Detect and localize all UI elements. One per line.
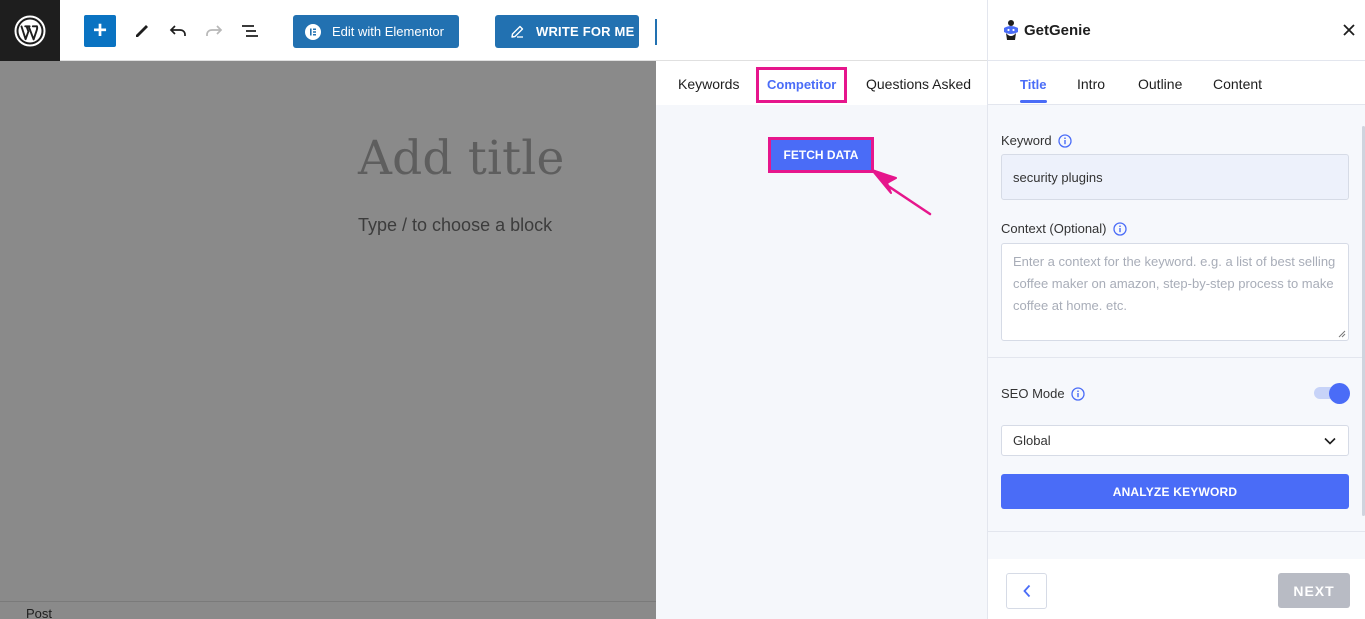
section-divider xyxy=(988,531,1365,532)
seo-mode-label: SEO Mode xyxy=(1001,386,1065,401)
block-appender[interactable]: Type / to choose a block xyxy=(358,215,552,236)
brand-name: GetGenie xyxy=(1024,21,1091,39)
analyze-keyword-button[interactable]: ANALYZE KEYWORD xyxy=(1001,474,1349,509)
sidebar-tabs: Title Intro Outline Content xyxy=(988,61,1365,105)
document-overview-button[interactable] xyxy=(234,15,266,47)
chevron-down-icon xyxy=(1324,437,1336,445)
tab-intro[interactable]: Intro xyxy=(1077,76,1105,92)
keyword-label-row: Keyword xyxy=(1001,133,1072,148)
breadcrumb-post[interactable]: Post xyxy=(26,606,52,619)
section-divider xyxy=(988,357,1365,358)
toggle-knob xyxy=(1329,383,1350,404)
pencil-icon xyxy=(136,25,148,37)
back-button[interactable] xyxy=(1006,573,1047,609)
close-icon[interactable] xyxy=(1340,21,1358,39)
getgenie-sidebar: GetGenie Title Intro Outline Content Key… xyxy=(987,0,1365,619)
edit-with-elementor-button[interactable]: Edit with Elementor xyxy=(293,15,459,48)
wordpress-logo-icon[interactable] xyxy=(0,0,60,61)
active-tab-indicator xyxy=(1020,100,1047,103)
editor-canvas: Add title Type / to choose a block Post xyxy=(0,61,656,619)
sidebar-footer: NEXT xyxy=(988,559,1365,619)
getgenie-logo: GetGenie xyxy=(1001,19,1091,41)
redo-button[interactable] xyxy=(198,15,230,47)
sidebar-header: GetGenie xyxy=(988,0,1365,61)
tools-button[interactable] xyxy=(126,15,158,47)
tab-title[interactable]: Title xyxy=(1020,77,1047,92)
elementor-icon xyxy=(305,23,321,40)
chevron-left-icon xyxy=(1022,584,1030,598)
next-button[interactable]: NEXT xyxy=(1278,573,1350,608)
research-panel: Keywords Competitor Questions Asked FETC… xyxy=(656,61,987,619)
analyze-keyword-label: ANALYZE KEYWORD xyxy=(1112,484,1238,499)
write-for-me-label: WRITE FOR ME xyxy=(536,24,635,39)
pen-icon xyxy=(511,25,524,38)
context-label-row: Context (Optional) xyxy=(1001,221,1127,236)
add-block-button[interactable]: + xyxy=(84,15,116,47)
tab-outline[interactable]: Outline xyxy=(1138,76,1182,92)
keyword-value: security plugins xyxy=(1013,169,1103,185)
resize-handle-icon[interactable] xyxy=(1336,328,1346,338)
sidebar-form: Keyword security plugins Context (Option… xyxy=(988,105,1365,559)
info-icon[interactable] xyxy=(1070,386,1085,401)
editor-toolbar: + Edit with Elementor WRITE FOR ME xyxy=(0,0,987,61)
region-value: Global xyxy=(1013,433,1051,448)
keyword-label: Keyword xyxy=(1001,133,1052,148)
tab-content[interactable]: Content xyxy=(1213,76,1262,92)
context-placeholder: Enter a context for the keyword. e.g. a … xyxy=(1013,254,1336,313)
keyword-input[interactable]: security plugins xyxy=(1001,154,1349,200)
post-title-input[interactable]: Add title xyxy=(358,131,565,186)
info-icon[interactable] xyxy=(1112,221,1127,236)
next-label: NEXT xyxy=(1293,582,1335,599)
info-icon[interactable] xyxy=(1057,133,1072,148)
region-select[interactable]: Global xyxy=(1001,425,1349,456)
context-label: Context (Optional) xyxy=(1001,221,1107,236)
list-view-icon xyxy=(242,25,258,37)
seo-mode-toggle[interactable] xyxy=(1314,383,1350,404)
write-for-me-button[interactable]: WRITE FOR ME xyxy=(495,15,639,48)
edit-with-elementor-label: Edit with Elementor xyxy=(332,24,444,39)
toolbar-divider xyxy=(655,19,657,45)
callout-arrow-icon xyxy=(871,169,932,216)
undo-icon xyxy=(169,25,186,36)
undo-button[interactable] xyxy=(162,15,194,47)
context-textarea[interactable]: Enter a context for the keyword. e.g. a … xyxy=(1001,243,1349,341)
seo-mode-label-row: SEO Mode xyxy=(1001,386,1085,401)
redo-icon xyxy=(206,25,223,36)
genie-icon xyxy=(1004,20,1018,40)
plus-icon: + xyxy=(92,17,107,44)
footer-divider xyxy=(0,601,656,602)
